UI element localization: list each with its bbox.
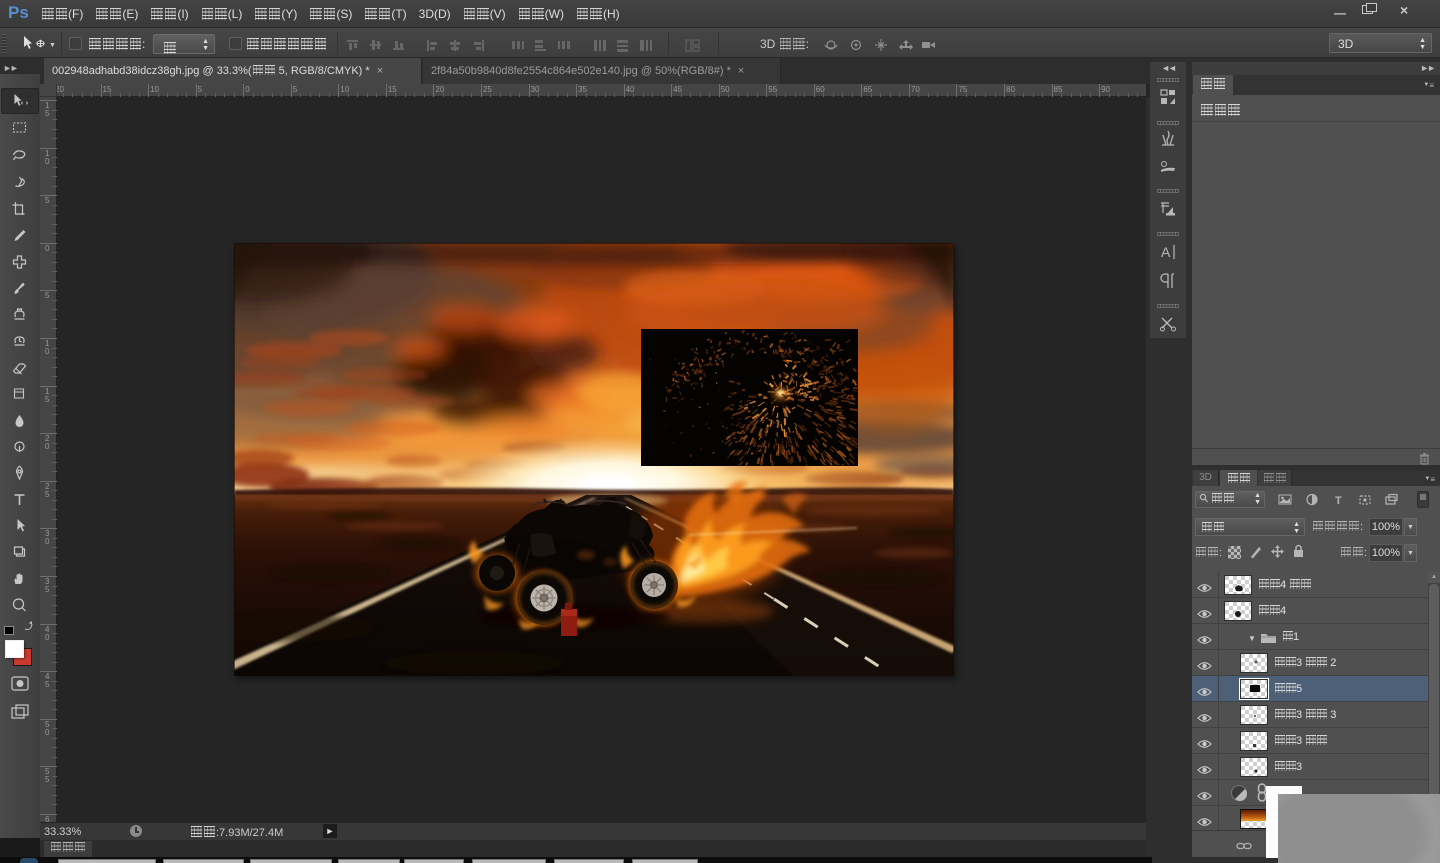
svg-text:T: T: [1335, 495, 1342, 506]
svg-text:A: A: [1161, 244, 1171, 260]
